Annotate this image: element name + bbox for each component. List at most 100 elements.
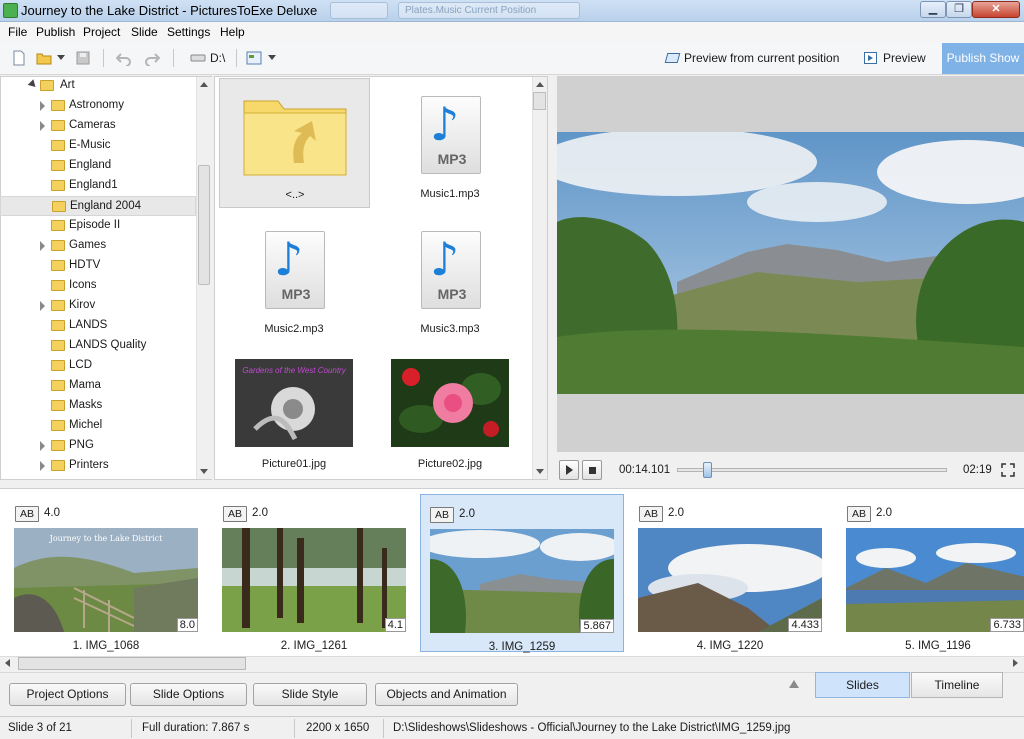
- tree-item[interactable]: LANDS Quality: [0, 336, 196, 356]
- undo-icon[interactable]: [116, 50, 132, 66]
- tree-item[interactable]: Masks: [0, 396, 196, 416]
- tree-item[interactable]: Mama: [0, 376, 196, 396]
- redo-icon[interactable]: [144, 50, 160, 66]
- tree-item[interactable]: LANDS: [0, 316, 196, 336]
- file-browser-scroll-thumb[interactable]: [533, 92, 546, 110]
- play-button[interactable]: [559, 460, 579, 480]
- collapse-panel-icon[interactable]: [789, 680, 799, 688]
- preview-button[interactable]: Preview: [864, 51, 926, 65]
- slide-options-button[interactable]: Slide Options: [130, 683, 247, 706]
- scroll-right-icon[interactable]: [1013, 659, 1018, 667]
- expand-arrow-icon[interactable]: [40, 101, 45, 111]
- tree-item-label: Masks: [69, 399, 103, 411]
- objects-animation-button[interactable]: Objects and Animation: [375, 683, 518, 706]
- menu-project[interactable]: Project: [83, 25, 120, 39]
- tab-slides[interactable]: Slides: [815, 672, 910, 698]
- transition-ab-icon[interactable]: AB: [639, 506, 663, 522]
- background-window-tab[interactable]: Plates.Music Current Position: [398, 2, 580, 19]
- tree-item[interactable]: England: [0, 156, 196, 176]
- expand-arrow-icon[interactable]: [40, 301, 45, 311]
- menu-settings[interactable]: Settings: [167, 25, 210, 39]
- drive-label[interactable]: D:\: [210, 51, 225, 65]
- save-icon[interactable]: [75, 50, 91, 66]
- transition-duration: 4.0: [44, 507, 60, 519]
- view-mode-icon[interactable]: [246, 50, 262, 66]
- fullscreen-icon[interactable]: [1001, 463, 1015, 477]
- menu-help[interactable]: Help: [220, 25, 245, 39]
- open-dropdown-icon[interactable]: [57, 55, 65, 60]
- open-folder-icon[interactable]: [36, 50, 52, 66]
- tree-item[interactable]: England 2004: [0, 196, 196, 216]
- menu-file[interactable]: File: [8, 25, 27, 39]
- file-browser-scrollbar[interactable]: [532, 77, 547, 479]
- slide-list-scroll-thumb[interactable]: [18, 657, 246, 670]
- background-window-tab[interactable]: [330, 2, 388, 19]
- tab-timeline[interactable]: Timeline: [911, 672, 1003, 698]
- file-item-mp3[interactable]: ♪ MP3 Music1.mp3: [375, 78, 525, 208]
- slide-item-2[interactable]: AB 2.0 4.1 2. IMG_1261: [214, 494, 414, 654]
- playback-slider[interactable]: [677, 468, 947, 472]
- tree-item[interactable]: E-Music: [0, 136, 196, 156]
- file-item-image[interactable]: Picture02.jpg: [375, 348, 525, 478]
- tree-item[interactable]: Episode II: [0, 216, 196, 236]
- transition-ab-icon[interactable]: AB: [223, 506, 247, 522]
- slide-style-button[interactable]: Slide Style: [253, 683, 367, 706]
- scroll-down-icon[interactable]: [536, 469, 544, 474]
- transition-duration: 2.0: [252, 507, 268, 519]
- slide-item-3[interactable]: AB 2.0 5.867 3. IMG_1259: [420, 494, 624, 653]
- tree-item[interactable]: LCD: [0, 356, 196, 376]
- play-icon: [864, 52, 877, 64]
- scroll-up-icon[interactable]: [200, 82, 208, 87]
- view-dropdown-icon[interactable]: [268, 55, 276, 60]
- tree-item[interactable]: Icons: [0, 276, 196, 296]
- publish-show-button[interactable]: Publish Show: [942, 43, 1024, 74]
- tree-scroll-thumb[interactable]: [198, 165, 210, 285]
- expand-arrow-icon[interactable]: [40, 121, 45, 131]
- menu-bar: File Publish Project Slide Settings Help: [0, 22, 1024, 42]
- stop-button[interactable]: [582, 460, 602, 480]
- playback-bar: 00:14.101 02:19: [557, 456, 1024, 484]
- drive-icon[interactable]: [190, 50, 206, 66]
- minimize-button[interactable]: ▁: [920, 1, 946, 18]
- preview-current-position-button[interactable]: Preview from current position: [664, 51, 839, 65]
- new-file-icon[interactable]: [11, 50, 27, 66]
- tree-item[interactable]: Kirov: [0, 296, 196, 316]
- status-file-path: D:\Slideshows\Slideshows - Official\Jour…: [393, 722, 791, 734]
- slide-item-5[interactable]: AB 2.0 6.733 5. IMG_1196: [838, 494, 1024, 654]
- expand-arrow-icon[interactable]: [40, 441, 45, 451]
- tree-item[interactable]: Games: [0, 236, 196, 256]
- tree-item[interactable]: Michel: [0, 416, 196, 436]
- tree-item[interactable]: Printers: [0, 456, 196, 476]
- file-item-image[interactable]: Gardens of the West Country Picture01.jp…: [219, 348, 369, 478]
- menu-slide[interactable]: Slide: [131, 25, 158, 39]
- playback-slider-thumb[interactable]: [702, 462, 712, 478]
- scroll-down-icon[interactable]: [200, 469, 208, 474]
- slide-item-4[interactable]: AB 2.0 4.433 4. IMG_1220: [630, 494, 830, 654]
- expand-arrow-icon[interactable]: [40, 241, 45, 251]
- toolbar-separator: [103, 49, 104, 67]
- tree-item[interactable]: Cameras: [0, 116, 196, 136]
- file-item-parent-folder[interactable]: <..>: [219, 78, 370, 208]
- file-name: Music3.mp3: [420, 323, 480, 335]
- expand-arrow-icon[interactable]: [40, 461, 45, 471]
- transition-duration: 2.0: [459, 508, 475, 520]
- tree-item[interactable]: Astronomy: [0, 96, 196, 116]
- scroll-up-icon[interactable]: [536, 82, 544, 87]
- collapse-arrow-icon[interactable]: [27, 79, 39, 90]
- tree-item[interactable]: PNG: [0, 436, 196, 456]
- file-item-mp3[interactable]: ♪ MP3 Music2.mp3: [219, 213, 369, 343]
- transition-ab-icon[interactable]: AB: [15, 506, 39, 522]
- maximize-button[interactable]: ❐: [946, 1, 972, 18]
- close-button[interactable]: ✕: [972, 1, 1020, 18]
- file-item-mp3[interactable]: ♪ MP3 Music3.mp3: [375, 213, 525, 343]
- slide-item-1[interactable]: AB 4.0 Journey to the Lake District 8.0 …: [6, 494, 206, 654]
- tree-item[interactable]: England1: [0, 176, 196, 196]
- tree-item-label: PNG: [69, 439, 94, 451]
- transition-ab-icon[interactable]: AB: [847, 506, 871, 522]
- project-options-button[interactable]: Project Options: [9, 683, 126, 706]
- scroll-left-icon[interactable]: [5, 659, 10, 667]
- tree-root-art[interactable]: Art: [0, 76, 196, 96]
- menu-publish[interactable]: Publish: [36, 25, 75, 39]
- transition-ab-icon[interactable]: AB: [430, 507, 454, 523]
- tree-item[interactable]: HDTV: [0, 256, 196, 276]
